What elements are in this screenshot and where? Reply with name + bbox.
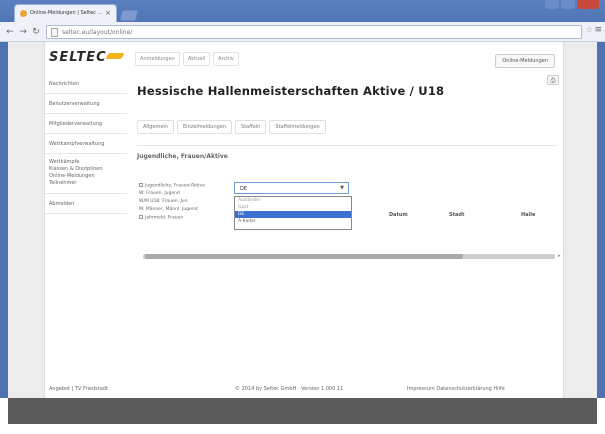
list-item[interactable]: W: Frauen, Jugend	[139, 191, 229, 199]
favicon-icon	[20, 10, 27, 17]
tab-close-icon[interactable]: ×	[105, 9, 111, 17]
reload-icon[interactable]: ↻	[30, 26, 42, 38]
nation-select[interactable]: DE ▼	[234, 182, 349, 194]
sidebar-item-abmelden[interactable]: Abmelden	[45, 194, 127, 214]
page-content: SELTEC Anmeldungen Aktuell Archiv Online-M…	[44, 42, 564, 398]
address-bar-url: seltec.eu/layout/online/	[62, 29, 133, 36]
list-item[interactable]: Jugendliche, Frauen/Aktive	[139, 183, 229, 191]
list-item[interactable]: Jahrmeld. Frauen	[139, 215, 229, 223]
dropdown-option[interactable]: Gast	[235, 204, 351, 211]
page-footer: Angebot | TV Friedstadt © 2014 by Seltec…	[45, 382, 565, 398]
browser-window: Online-Meldungen | Seltec ... × ← → ↻ se…	[0, 0, 605, 434]
sidebar-item-nachrichten[interactable]: Nachrichten	[45, 74, 127, 94]
tab-allgemein[interactable]: Allgemein	[137, 120, 174, 134]
scroll-right-icon[interactable]: ▸	[558, 253, 561, 259]
dropdown-option-selected[interactable]: DE	[235, 211, 351, 218]
tab-einzelmeldungen[interactable]: Einzelmeldungen	[176, 120, 233, 134]
taskbar-band	[8, 398, 597, 424]
forward-arrow-icon[interactable]: →	[17, 26, 29, 38]
dropdown-option[interactable]: A-Kader	[235, 218, 351, 225]
page-viewport: SELTEC Anmeldungen Aktuell Archiv Online-M…	[8, 42, 597, 398]
list-item-label: Jugendliche, Frauen/Aktive	[145, 183, 205, 189]
column-header-halle[interactable]: Halle	[521, 212, 535, 218]
content-tabs: Allgemein Einzelmeldungen Staffeln Staffelm…	[137, 120, 329, 136]
sidebar: Nachrichten Benutzerverwaltung Mitgliede…	[45, 74, 127, 214]
category-list: Jugendliche, Frauen/Aktive W: Frauen, Ju…	[139, 183, 229, 223]
maximize-button[interactable]	[561, 0, 575, 9]
bookmark-star-icon[interactable]: ☆	[586, 25, 593, 34]
topnav-item-aktuell[interactable]: Aktuell	[182, 52, 211, 66]
top-navigation: Anmeldungen Aktuell Archiv	[135, 52, 242, 66]
footer-copyright: © 2014 by Seltec GmbH · Version 1.000.11	[235, 386, 344, 392]
sidebar-item-mitgliederverwaltung[interactable]: Mitgliederverwaltung	[45, 114, 127, 134]
back-arrow-icon[interactable]: ←	[4, 26, 16, 38]
chevron-down-icon: ▼	[340, 185, 344, 191]
table-header: Datum Stadt Halle	[359, 212, 559, 222]
list-item-label: Jahrmeld. Frauen	[145, 215, 184, 221]
horizontal-scrollbar[interactable]	[143, 254, 555, 259]
select-value: DE	[240, 186, 248, 192]
column-header-datum[interactable]: Datum	[389, 212, 408, 218]
browser-tab[interactable]: Online-Meldungen | Seltec ... ×	[14, 4, 117, 22]
topnav-item-anmeldungen[interactable]: Anmeldungen	[135, 52, 180, 66]
list-item[interactable]: M: Männer, Männl. Jugend	[139, 207, 229, 215]
topnav-item-archiv[interactable]: Archiv	[213, 52, 239, 66]
frame-left	[0, 42, 8, 434]
footer-links[interactable]: Impressum Datenschutzerklärung Hilfe	[407, 386, 505, 392]
footer-organizer: Angebot | TV Friedstadt	[49, 386, 108, 392]
menu-icon[interactable]: ≡	[594, 25, 602, 35]
select-dropdown-list: Ausländer Gast DE A-Kader	[234, 196, 352, 230]
dropdown-option[interactable]: Ausländer	[235, 197, 351, 204]
column-header-stadt[interactable]: Stadt	[449, 212, 464, 218]
page-title: Hessische Hallenmeisterschaften Aktive /…	[137, 84, 445, 98]
new-tab-button[interactable]	[119, 10, 139, 21]
divider	[137, 145, 557, 146]
online-meldungen-button[interactable]: Online-Meldungen	[495, 54, 555, 68]
sidebar-item-benutzerverwaltung[interactable]: Benutzerverwaltung	[45, 94, 127, 114]
tab-staffeln[interactable]: Staffeln	[235, 120, 267, 134]
frame-right	[597, 42, 605, 434]
browser-tab-title: Online-Meldungen | Seltec ...	[30, 10, 103, 16]
print-icon[interactable]: ⎙	[547, 75, 559, 85]
list-item[interactable]: W/M U18: Frauen, Jun.	[139, 199, 229, 207]
section-title: Jugendliche, Frauen/Aktive	[137, 153, 228, 160]
checkbox[interactable]	[139, 183, 143, 187]
sidebar-item-wettkampfverwaltung[interactable]: Wettkampfverwaltung	[45, 134, 127, 154]
address-bar[interactable]: seltec.eu/layout/online/	[46, 25, 582, 39]
checkbox[interactable]	[139, 215, 143, 219]
minimize-button[interactable]	[545, 0, 559, 9]
scrollbar-thumb[interactable]	[145, 254, 463, 259]
window-controls	[543, 0, 599, 12]
close-window-button[interactable]	[577, 0, 599, 9]
browser-toolbar: ← → ↻ seltec.eu/layout/online/ ☆ ≡	[0, 22, 605, 42]
sidebar-item-wettkaempfe[interactable]: Wettkämpfe Klassen & Disziplinen Online-…	[45, 154, 127, 194]
logo-swoosh-icon	[105, 53, 125, 59]
seltec-logo[interactable]: SELTEC	[49, 50, 107, 65]
tab-staffelmeldungen[interactable]: Staffelmeldungen	[269, 120, 326, 134]
page-icon	[51, 28, 58, 37]
